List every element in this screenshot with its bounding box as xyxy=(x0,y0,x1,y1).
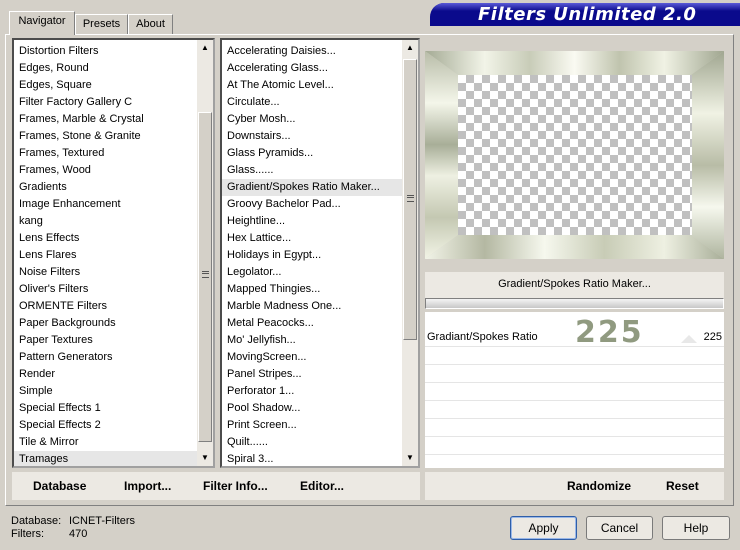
filter-list-item[interactable]: At The Atomic Level... xyxy=(222,77,402,94)
category-list-item[interactable]: Gradients xyxy=(14,179,197,196)
parameter-big-value: 225 xyxy=(575,315,644,350)
category-list-item[interactable]: Simple xyxy=(14,383,197,400)
category-list[interactable]: Distortion Filters Edges, Round Edges, Squ… xyxy=(12,38,215,468)
filter-list-item[interactable]: Holidays in Egypt... xyxy=(222,247,402,264)
category-list-item[interactable]: Lens Flares xyxy=(14,247,197,264)
filter-list-item[interactable]: Accelerating Glass... xyxy=(222,60,402,77)
filter-scrollbar[interactable]: ▲ ▼ xyxy=(402,40,418,466)
category-list-item[interactable]: Image Enhancement xyxy=(14,196,197,213)
category-list-item[interactable]: Tramages xyxy=(14,451,197,466)
filter-info-button[interactable]: Filter Info... xyxy=(203,479,268,493)
tab-about[interactable]: About xyxy=(128,14,173,34)
filter-scroll-thumb[interactable] xyxy=(403,59,417,340)
category-list-item[interactable]: ORMENTE Filters xyxy=(14,298,197,315)
filter-list-item[interactable]: Accelerating Daisies... xyxy=(222,43,402,60)
category-list-item[interactable]: Edges, Square xyxy=(14,77,197,94)
filter-list-item[interactable]: Quilt...... xyxy=(222,434,402,451)
filter-list-item[interactable]: Cyber Mosh... xyxy=(222,111,402,128)
filters-count-value: 470 xyxy=(69,528,88,540)
category-list-item[interactable]: Noise Filters xyxy=(14,264,197,281)
filter-list-item[interactable]: Marble Madness One... xyxy=(222,298,402,315)
randomize-button[interactable]: Randomize xyxy=(567,479,631,493)
category-list-item[interactable]: Filter Factory Gallery C xyxy=(14,94,197,111)
filter-list-item[interactable]: Circulate... xyxy=(222,94,402,111)
database-label: Database: xyxy=(11,515,62,527)
filter-list-item[interactable]: Mapped Thingies... xyxy=(222,281,402,298)
filter-list-item[interactable]: Legolator... xyxy=(222,264,402,281)
reset-button[interactable]: Reset xyxy=(666,479,699,493)
filters-count-label: Filters: xyxy=(11,528,44,540)
transparency-checkerboard xyxy=(458,75,692,235)
selected-filter-name: Gradient/Spokes Ratio Maker... xyxy=(425,272,724,298)
filter-list-item[interactable]: Gradient/Spokes Ratio Maker... xyxy=(222,179,402,196)
category-list-item[interactable]: Special Effects 2 xyxy=(14,417,197,434)
parameter-value[interactable]: 225 xyxy=(704,331,722,343)
parameter-label: Gradiant/Spokes Ratio xyxy=(427,331,538,343)
filter-list-item[interactable]: Mo' Jellyfish... xyxy=(222,332,402,349)
editor-button[interactable]: Editor... xyxy=(300,479,344,493)
category-list-item[interactable]: Special Effects 1 xyxy=(14,400,197,417)
slider-indicator-icon xyxy=(681,335,697,343)
category-list-item[interactable]: Lens Effects xyxy=(14,230,197,247)
scroll-up-icon[interactable]: ▲ xyxy=(402,40,418,56)
import-button[interactable]: Import... xyxy=(124,479,171,493)
tab-presets[interactable]: Presets xyxy=(75,14,128,34)
filter-list-item[interactable]: Pool Shadow... xyxy=(222,400,402,417)
category-list-item[interactable]: Paper Backgrounds xyxy=(14,315,197,332)
category-scrollbar[interactable]: ▲ ▼ xyxy=(197,40,213,466)
filter-list-item[interactable]: Print Screen... xyxy=(222,417,402,434)
category-list-item[interactable]: Render xyxy=(14,366,197,383)
category-list-item[interactable]: Frames, Textured xyxy=(14,145,197,162)
category-list-item[interactable]: Distortion Filters xyxy=(14,43,197,60)
cancel-button[interactable]: Cancel xyxy=(586,516,653,540)
category-list-item[interactable]: Frames, Wood xyxy=(14,162,197,179)
parameter-panel: 225 Gradiant/Spokes Ratio 225 xyxy=(425,312,724,468)
database-value: ICNET-Filters xyxy=(69,515,135,527)
parameter-slider[interactable] xyxy=(425,298,724,309)
category-list-item[interactable]: kang xyxy=(14,213,197,230)
filter-list-item[interactable]: Glass Pyramids... xyxy=(222,145,402,162)
app-title: Filters Unlimited 2.0 xyxy=(478,4,697,25)
category-list-item[interactable]: Frames, Stone & Granite xyxy=(14,128,197,145)
category-list-item[interactable]: Paper Textures xyxy=(14,332,197,349)
filter-list-item[interactable]: Metal Peacocks... xyxy=(222,315,402,332)
category-list-item[interactable]: Frames, Marble & Crystal xyxy=(14,111,197,128)
apply-button[interactable]: Apply xyxy=(510,516,577,540)
preview-image xyxy=(425,51,724,259)
filter-list-item[interactable]: Downstairs... xyxy=(222,128,402,145)
filter-list-item[interactable]: Heightline... xyxy=(222,213,402,230)
filter-list-item[interactable]: Spiral 3... xyxy=(222,451,402,466)
filter-list-item[interactable]: Panel Stripes... xyxy=(222,366,402,383)
filter-list-item[interactable]: Hex Lattice... xyxy=(222,230,402,247)
app-title-banner: Filters Unlimited 2.0 xyxy=(430,3,740,26)
filter-list-item[interactable]: MovingScreen... xyxy=(222,349,402,366)
filter-list-item[interactable]: Perforator 1... xyxy=(222,383,402,400)
category-list-item[interactable]: Pattern Generators xyxy=(14,349,197,366)
database-button[interactable]: Database xyxy=(33,479,86,493)
category-list-item[interactable]: Tile & Mirror xyxy=(14,434,197,451)
scroll-down-icon[interactable]: ▼ xyxy=(197,450,213,466)
tab-navigator[interactable]: Navigator xyxy=(9,11,75,35)
help-button[interactable]: Help xyxy=(662,516,730,540)
category-list-item[interactable]: Oliver's Filters xyxy=(14,281,197,298)
category-list-item[interactable]: Edges, Round xyxy=(14,60,197,77)
scroll-down-icon[interactable]: ▼ xyxy=(402,450,418,466)
filter-list-item[interactable]: Groovy Bachelor Pad... xyxy=(222,196,402,213)
category-scroll-thumb[interactable] xyxy=(198,112,212,442)
scroll-up-icon[interactable]: ▲ xyxy=(197,40,213,56)
filter-list-item[interactable]: Glass...... xyxy=(222,162,402,179)
filter-list[interactable]: Accelerating Daisies... Accelerating Glas… xyxy=(220,38,420,468)
